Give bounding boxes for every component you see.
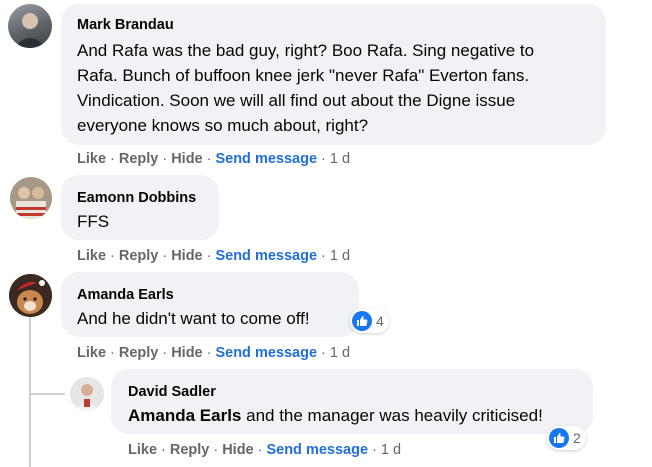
avatar-photo bbox=[9, 274, 52, 317]
avatar-photo bbox=[10, 177, 52, 219]
comment-text: Amanda Earls and the manager was heavily… bbox=[128, 403, 579, 428]
timestamp[interactable]: 1 d bbox=[381, 442, 401, 458]
avatar[interactable] bbox=[70, 377, 104, 411]
avatar-photo bbox=[70, 377, 104, 411]
comment-actions: Like · Reply · Hide · Send message · 1 d bbox=[77, 247, 350, 265]
like-link[interactable]: Like bbox=[77, 248, 106, 264]
reply-link[interactable]: Reply bbox=[170, 442, 210, 458]
comment-text-line: and the manager was heavily criticised! bbox=[241, 406, 543, 425]
separator: · bbox=[110, 151, 115, 167]
separator: · bbox=[162, 345, 168, 361]
separator: · bbox=[206, 151, 212, 167]
timestamp[interactable]: 1 d bbox=[330, 345, 350, 361]
reply-connector bbox=[29, 393, 65, 395]
reply-link[interactable]: Reply bbox=[119, 248, 159, 264]
comment-text-line: Rafa. Bunch of buffoon knee jerk "never … bbox=[77, 66, 530, 85]
reply-link[interactable]: Reply bbox=[119, 151, 159, 167]
comment-text-line: FFS bbox=[77, 212, 110, 231]
thumbs-up-icon bbox=[549, 428, 569, 448]
hide-link[interactable]: Hide bbox=[222, 442, 253, 458]
avatar[interactable] bbox=[10, 177, 52, 219]
comment-author[interactable]: Eamonn Dobbins bbox=[77, 189, 205, 207]
comment-bubble: Eamonn Dobbins FFS bbox=[61, 175, 219, 240]
separator: · bbox=[321, 345, 326, 361]
separator: · bbox=[110, 248, 115, 264]
like-link[interactable]: Like bbox=[77, 151, 106, 167]
separator: · bbox=[372, 442, 377, 458]
separator: · bbox=[162, 151, 168, 167]
avatar-photo bbox=[14, 13, 46, 48]
like-link[interactable]: Like bbox=[77, 345, 106, 361]
separator: · bbox=[161, 442, 166, 458]
reaction-count: 2 bbox=[573, 430, 581, 446]
comment-bubble: David Sadler Amanda Earls and the manage… bbox=[111, 369, 593, 434]
reaction-badge[interactable]: 4 bbox=[350, 309, 389, 333]
separator: · bbox=[206, 345, 212, 361]
separator: · bbox=[110, 345, 115, 361]
reaction-count: 4 bbox=[376, 313, 384, 329]
hide-link[interactable]: Hide bbox=[171, 151, 202, 167]
reply-link[interactable]: Reply bbox=[119, 345, 159, 361]
comment-text-line: And Rafa was the bad guy, right? Boo Raf… bbox=[77, 41, 535, 60]
hide-link[interactable]: Hide bbox=[171, 345, 202, 361]
send-message-link[interactable]: Send message bbox=[266, 442, 368, 458]
comment-author[interactable]: Mark Brandau bbox=[77, 16, 592, 34]
separator: · bbox=[321, 248, 326, 264]
mention-link[interactable]: Amanda Earls bbox=[128, 406, 241, 425]
reaction-badge[interactable]: 2 bbox=[547, 426, 586, 450]
comment-author[interactable]: Amanda Earls bbox=[77, 286, 345, 304]
comment-text-line: And he didn't want to come off! bbox=[77, 309, 310, 328]
separator: · bbox=[321, 151, 326, 167]
timestamp[interactable]: 1 d bbox=[330, 151, 350, 167]
like-link[interactable]: Like bbox=[128, 442, 157, 458]
comment-text-line: everyone knows so much about, right? bbox=[77, 116, 369, 135]
comment-text-line: Vindication. Soon we will all find out a… bbox=[77, 91, 516, 110]
timestamp[interactable]: 1 d bbox=[330, 248, 350, 264]
comment-actions: Like · Reply · Hide · Send message · 1 d bbox=[77, 150, 350, 168]
thumbs-up-icon bbox=[352, 311, 372, 331]
comment-bubble: Mark Brandau And Rafa was the bad guy, r… bbox=[61, 4, 606, 145]
avatar[interactable] bbox=[9, 274, 52, 317]
comment-bubble: Amanda Earls And he didn't want to come … bbox=[61, 272, 359, 337]
avatar[interactable] bbox=[8, 4, 52, 48]
separator: · bbox=[213, 442, 219, 458]
send-message-link[interactable]: Send message bbox=[215, 248, 317, 264]
separator: · bbox=[257, 442, 263, 458]
send-message-link[interactable]: Send message bbox=[215, 345, 317, 361]
comment-actions: Like · Reply · Hide · Send message · 1 d bbox=[128, 441, 401, 459]
hide-link[interactable]: Hide bbox=[171, 248, 202, 264]
separator: · bbox=[206, 248, 212, 264]
thread-line bbox=[29, 316, 31, 467]
separator: · bbox=[162, 248, 168, 264]
send-message-link[interactable]: Send message bbox=[215, 151, 317, 167]
comment-author[interactable]: David Sadler bbox=[128, 383, 579, 401]
comment-actions: Like · Reply · Hide · Send message · 1 d bbox=[77, 344, 350, 362]
